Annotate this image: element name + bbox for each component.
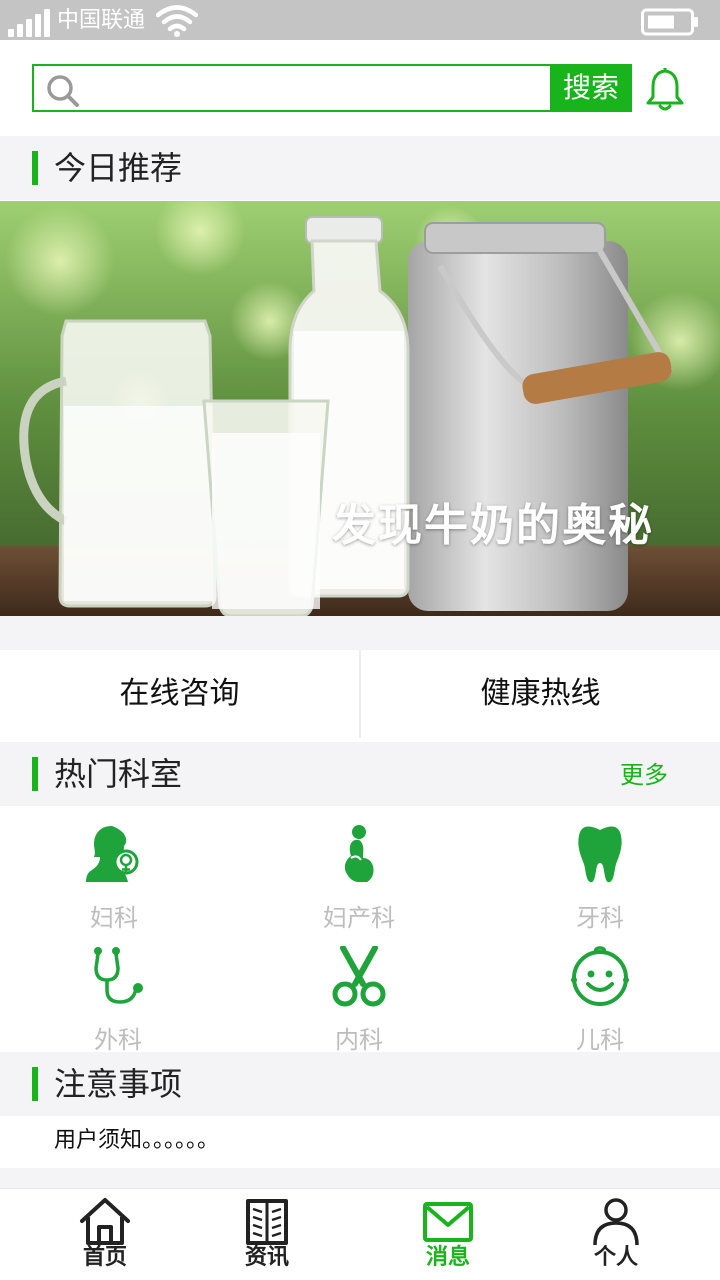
section-header-today: 今日推荐 — [0, 136, 720, 200]
department-label: 妇科 — [90, 904, 138, 932]
battery-icon — [641, 8, 698, 36]
health-hotline-button[interactable]: 健康热线 — [361, 650, 720, 738]
department-obstetrics[interactable]: 妇产科 — [299, 824, 419, 934]
department-label: 妇产科 — [323, 904, 395, 932]
section-title-departments: 热门科室 — [54, 755, 183, 793]
more-departments-link[interactable]: 更多 — [620, 760, 668, 790]
department-gynecology[interactable]: 妇科 — [54, 824, 174, 934]
scissors-icon — [332, 946, 386, 1007]
notice-text: 用户须知。。。。。。 — [54, 1128, 220, 1153]
section-accent-bar — [32, 1067, 38, 1101]
quick-actions: 在线咨询 健康热线 — [0, 650, 720, 738]
departments-grid: 妇科 妇产科 牙科 外科 内科 儿科 — [0, 806, 720, 1054]
baby-face-icon — [571, 946, 629, 1006]
mail-icon — [423, 1202, 473, 1242]
section-title-notice: 注意事项 — [54, 1065, 183, 1103]
tab-label: 首页 — [82, 1245, 127, 1270]
gynecology-icon — [86, 826, 139, 882]
tab-home[interactable]: 首页 — [45, 1189, 165, 1280]
signal-strength-icon — [8, 9, 52, 37]
tab-label: 消息 — [425, 1245, 470, 1270]
search-box: 搜索 — [32, 64, 632, 112]
tab-label: 个人 — [593, 1245, 638, 1270]
tooth-icon — [578, 826, 622, 883]
bell-icon[interactable] — [645, 64, 685, 112]
section-title-today: 今日推荐 — [54, 149, 183, 187]
book-icon — [246, 1199, 288, 1245]
tab-news[interactable]: 资讯 — [207, 1189, 327, 1280]
department-internal-medicine[interactable]: 内科 — [299, 946, 419, 1056]
home-icon — [80, 1198, 130, 1245]
banner-caption: 发现牛奶的奥秘 — [332, 500, 654, 551]
search-input[interactable] — [90, 70, 550, 106]
wifi-icon — [156, 5, 198, 37]
department-surgery[interactable]: 外科 — [58, 946, 178, 1056]
stethoscope-icon — [94, 947, 143, 1004]
department-dentistry[interactable]: 牙科 — [540, 824, 660, 934]
section-spacer — [0, 616, 720, 650]
status-bar: 中国联通 — [0, 0, 720, 40]
section-accent-bar — [32, 151, 38, 185]
section-accent-bar — [32, 757, 38, 791]
section-header-departments: 热门科室 更多 — [0, 742, 720, 806]
search-button[interactable]: 搜索 — [550, 66, 630, 110]
tab-label: 资讯 — [244, 1245, 289, 1270]
search-icon — [47, 75, 79, 107]
notice-item[interactable]: 用户须知。。。。。。 — [0, 1116, 720, 1168]
search-bar: 搜索 — [0, 40, 720, 136]
online-consult-button[interactable]: 在线咨询 — [0, 650, 359, 738]
tab-profile[interactable]: 个人 — [556, 1189, 676, 1280]
section-spacer — [0, 1168, 720, 1188]
section-header-notice: 注意事项 — [0, 1052, 720, 1116]
department-pediatrics[interactable]: 儿科 — [540, 946, 660, 1056]
person-icon — [593, 1198, 639, 1246]
bottom-tab-bar: 首页 资讯 消息 个人 — [0, 1188, 720, 1280]
department-label: 牙科 — [576, 904, 624, 932]
tab-messages[interactable]: 消息 — [388, 1189, 508, 1280]
carrier-name: 中国联通 — [57, 8, 146, 33]
obstetrics-icon — [344, 825, 374, 882]
